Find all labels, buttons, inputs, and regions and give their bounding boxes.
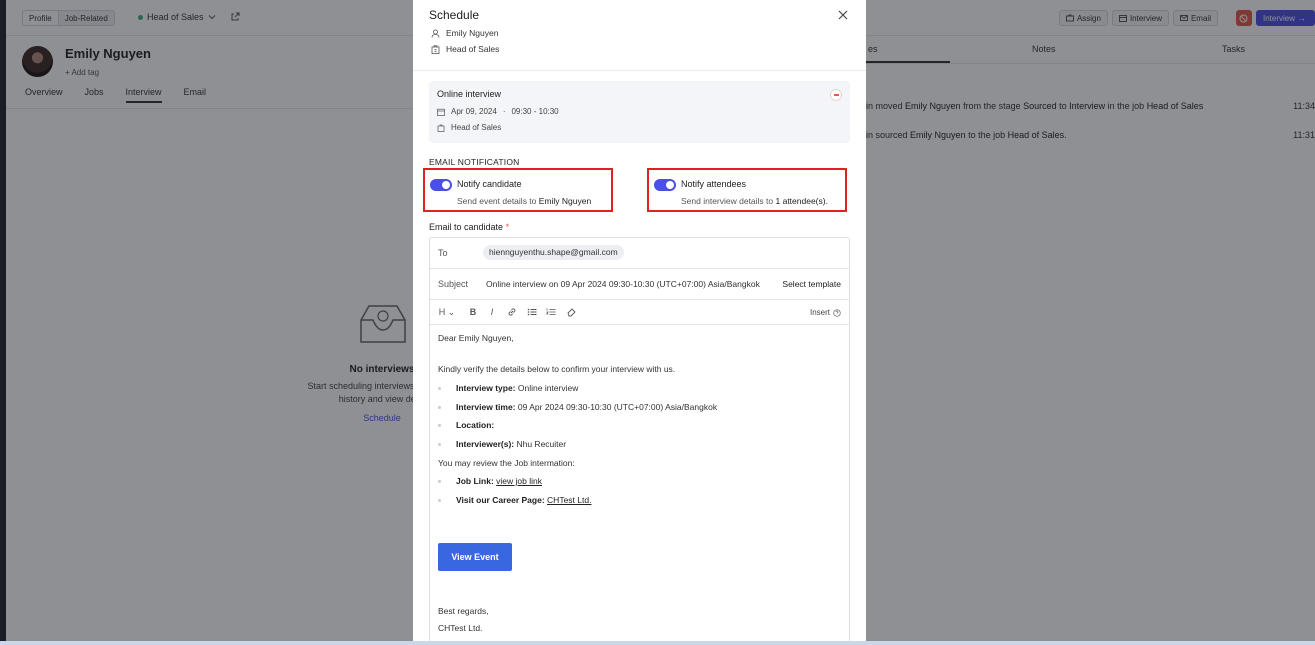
list-item: Location: — [438, 420, 494, 430]
bottom-strip — [0, 641, 1315, 645]
building-icon — [437, 124, 445, 132]
event-card: Online interview Apr 09, 2024 · 09:30 - … — [429, 81, 850, 143]
list-item: Interview type: Online interview — [438, 383, 578, 393]
clear-format-button[interactable] — [566, 307, 576, 317]
to-row: To hiennguyenthu.shape@gmail.com — [430, 238, 849, 269]
modal-candidate-name: Emily Nguyen — [446, 28, 499, 38]
email-regards: Best regards, — [438, 606, 489, 616]
calendar-icon — [437, 108, 445, 116]
building-icon — [431, 44, 440, 54]
italic-button[interactable]: I — [487, 307, 497, 317]
bold-button[interactable]: B — [468, 307, 478, 317]
event-time: 09:30 - 10:30 — [511, 107, 559, 116]
notify-candidate-box: Notify candidate Send event details to E… — [423, 168, 613, 212]
numbered-list-button[interactable] — [546, 307, 556, 317]
view-event-button[interactable]: View Event — [438, 543, 512, 571]
subject-label: Subject — [438, 279, 469, 289]
insert-label: Insert — [809, 308, 830, 317]
career-page-item: Visit our Career Page: CHTest Ltd. — [438, 495, 591, 505]
eraser-icon — [567, 308, 576, 317]
bullet-list-button[interactable] — [527, 307, 537, 317]
list-item: Interviewer(s): Nhu Recuiter — [438, 439, 566, 449]
event-job-name: Head of Sales — [451, 123, 502, 132]
user-icon — [431, 29, 440, 38]
email-intro: Kindly verify the details below to confi… — [438, 364, 676, 374]
modal-job-name: Head of Sales — [446, 44, 500, 54]
recipient-chip[interactable]: hiennguyenthu.shape@gmail.com — [483, 245, 624, 260]
notify-attendees-desc: Send interview details to 1 attendee(s). — [681, 196, 828, 206]
modal-divider — [413, 70, 866, 71]
select-template-button[interactable]: Select template — [782, 279, 841, 289]
notify-candidate-desc: Send event details to Emily Nguyen — [457, 196, 592, 206]
schedule-modal: Schedule Emily Nguyen Head of Sales Onli… — [413, 0, 866, 645]
notify-attendees-box: Notify attendees Send interview details … — [647, 168, 847, 212]
link-icon — [508, 308, 516, 316]
modal-candidate: Emily Nguyen — [431, 28, 498, 38]
editor-toolbar: H ⌄ B I Insert — [430, 300, 849, 325]
email-notification-heading: EMAIL NOTIFICATION — [429, 157, 520, 167]
job-link-item: Job Link: view job link — [438, 476, 542, 486]
notify-candidate-toggle[interactable] — [430, 179, 452, 191]
notify-candidate-title: Notify candidate — [457, 179, 522, 189]
email-editor: To hiennguyenthu.shape@gmail.com Subject… — [429, 237, 850, 645]
event-datetime: Apr 09, 2024 · 09:30 - 10:30 — [437, 107, 559, 116]
notify-attendees-toggle[interactable] — [654, 179, 676, 191]
email-company: CHTest Ltd. — [438, 623, 483, 633]
job-link[interactable]: view job link — [496, 476, 542, 486]
event-type: Online interview — [437, 89, 502, 99]
event-separator: · — [502, 107, 506, 116]
heading-dropdown[interactable]: H ⌄ — [438, 307, 456, 317]
email-greeting: Dear Emily Nguyen, — [438, 333, 514, 343]
link-button[interactable] — [507, 307, 517, 317]
event-date: Apr 09, 2024 — [451, 107, 497, 116]
email-to-candidate-label: Email to candidate * — [429, 222, 510, 232]
numbered-list-icon — [546, 308, 556, 315]
modal-job: Head of Sales — [431, 44, 499, 54]
subject-input[interactable]: Online interview on 09 Apr 2024 09:30-10… — [486, 279, 769, 289]
modal-title: Schedule — [429, 8, 480, 22]
insert-button[interactable]: Insert — [810, 308, 841, 317]
career-page-link[interactable]: CHTest Ltd. — [547, 495, 591, 505]
job-info-text: You may review the Job intermation: — [438, 458, 575, 468]
remove-event-icon[interactable] — [830, 89, 842, 101]
required-mark: * — [505, 222, 510, 232]
notify-attendees-title: Notify attendees — [681, 179, 747, 189]
list-item: Interview time: 09 Apr 2024 09:30-10:30 … — [438, 402, 717, 412]
close-icon[interactable] — [837, 9, 849, 21]
to-label: To — [438, 248, 448, 258]
help-icon — [833, 308, 841, 317]
event-job: Head of Sales — [437, 123, 501, 132]
subject-row: Subject Online interview on 09 Apr 2024 … — [430, 269, 849, 300]
bullet-list-icon — [527, 308, 537, 316]
